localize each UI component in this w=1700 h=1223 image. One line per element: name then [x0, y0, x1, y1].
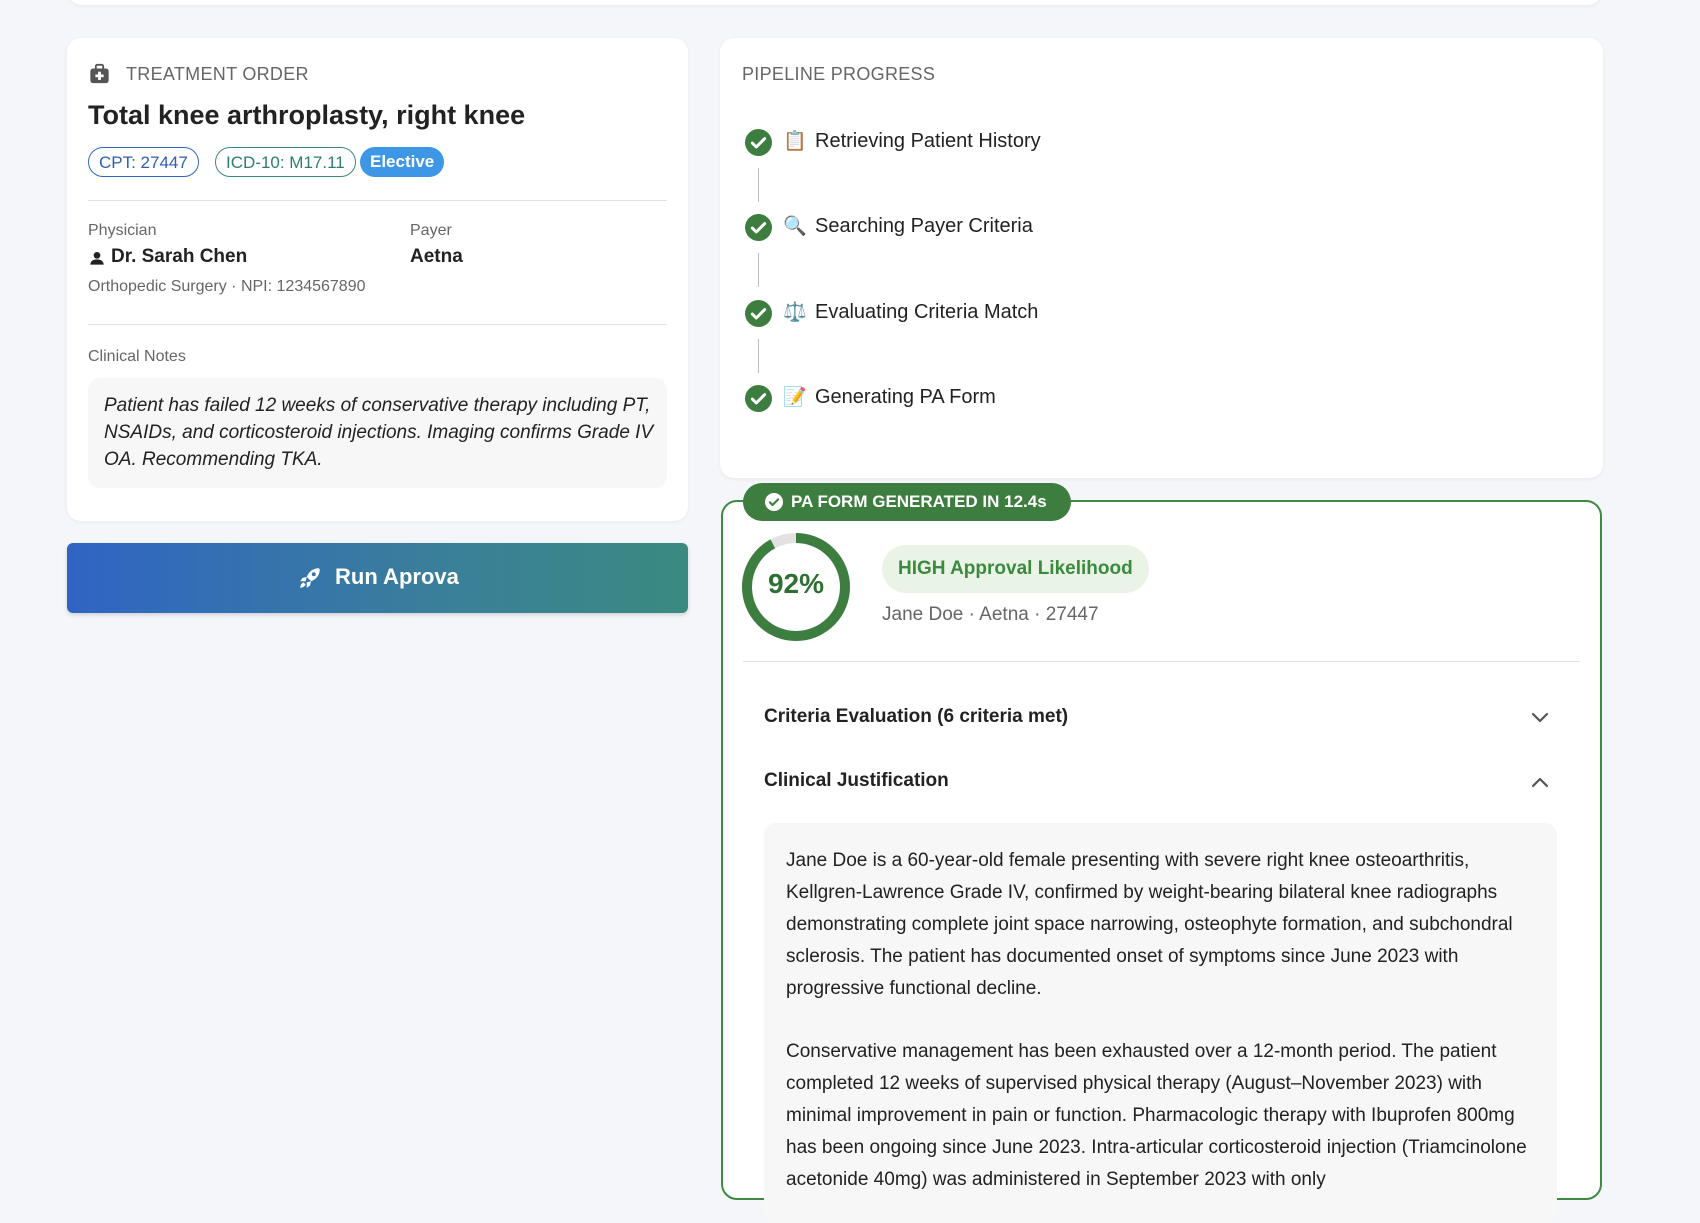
- generated-badge: PA FORM GENERATED IN 12.4s: [743, 483, 1071, 521]
- payer-label: Payer: [410, 222, 452, 239]
- run-aprova-button[interactable]: Run Aprova: [67, 543, 688, 613]
- step-label: Evaluating Criteria Match: [815, 301, 1039, 323]
- step-connector: [758, 168, 759, 202]
- chevron-up-icon[interactable]: [1530, 775, 1550, 789]
- memo-icon: 📝: [783, 387, 807, 408]
- step-label: Generating PA Form: [815, 386, 996, 408]
- chevron-down-icon[interactable]: [1530, 711, 1550, 725]
- check-circle-icon: [745, 385, 772, 412]
- justification-paragraph: Jane Doe is a 60-year-old female present…: [786, 850, 1513, 999]
- check-circle-icon: [745, 129, 772, 156]
- patient-meta: Jane Doe · Aetna · 27447: [882, 604, 1099, 625]
- pipeline-progress-card: PIPELINE PROGRESS 📋 Retrieving Patient H…: [720, 38, 1603, 478]
- run-aprova-label: Run Aprova: [335, 564, 459, 589]
- step-connector: [758, 339, 759, 373]
- clipboard-icon: 📋: [783, 131, 807, 152]
- clinical-notes-box: Patient has failed 12 weeks of conservat…: [88, 378, 667, 488]
- physician-detail: Orthopedic Surgery · NPI: 1234567890: [88, 278, 366, 295]
- magnifier-icon: 🔍: [783, 216, 807, 237]
- physician-name: Dr. Sarah Chen: [111, 246, 248, 267]
- check-circle-icon: [745, 300, 772, 327]
- clinical-justification-panel: Jane Doe is a 60-year-old female present…: [764, 823, 1557, 1223]
- rocket-icon: [300, 568, 320, 588]
- divider: [88, 200, 667, 201]
- generated-badge-text: PA FORM GENERATED IN 12.4s: [791, 492, 1047, 511]
- treatment-order-card: TREATMENT ORDER Total knee arthroplasty,…: [67, 38, 688, 521]
- justification-paragraph: Conservative management has been exhaust…: [786, 1041, 1527, 1190]
- clinical-justification-toggle[interactable]: Clinical Justification: [764, 770, 949, 792]
- divider: [88, 324, 667, 325]
- medical-kit-icon: [90, 63, 109, 84]
- clinical-notes-label: Clinical Notes: [88, 348, 186, 365]
- person-icon: [90, 252, 104, 265]
- top-panel-edge: [68, 0, 1602, 5]
- scales-icon: ⚖️: [783, 302, 807, 323]
- section-label: PIPELINE PROGRESS: [742, 64, 936, 84]
- divider: [743, 661, 1580, 662]
- criteria-evaluation-toggle[interactable]: Criteria Evaluation (6 criteria met): [764, 706, 1068, 728]
- step-label: Retrieving Patient History: [815, 130, 1041, 152]
- check-circle-icon: [745, 214, 772, 241]
- approval-score: 92%: [767, 568, 825, 599]
- cpt-chip: CPT: 27447: [88, 147, 199, 177]
- procedure-title: Total knee arthroplasty, right knee: [88, 100, 526, 130]
- step-connector: [758, 253, 759, 287]
- clinical-notes-text: Patient has failed 12 weeks of conservat…: [104, 395, 654, 470]
- check-circle-icon: [765, 493, 783, 511]
- physician-label: Physician: [88, 222, 157, 239]
- step-label: Searching Payer Criteria: [815, 215, 1033, 237]
- priority-chip: Elective: [360, 147, 445, 177]
- payer-name: Aetna: [410, 246, 463, 267]
- approval-likelihood-badge: HIGH Approval Likelihood: [882, 545, 1149, 593]
- icd-chip: ICD-10: M17.11: [215, 147, 356, 177]
- section-label: TREATMENT ORDER: [126, 64, 309, 84]
